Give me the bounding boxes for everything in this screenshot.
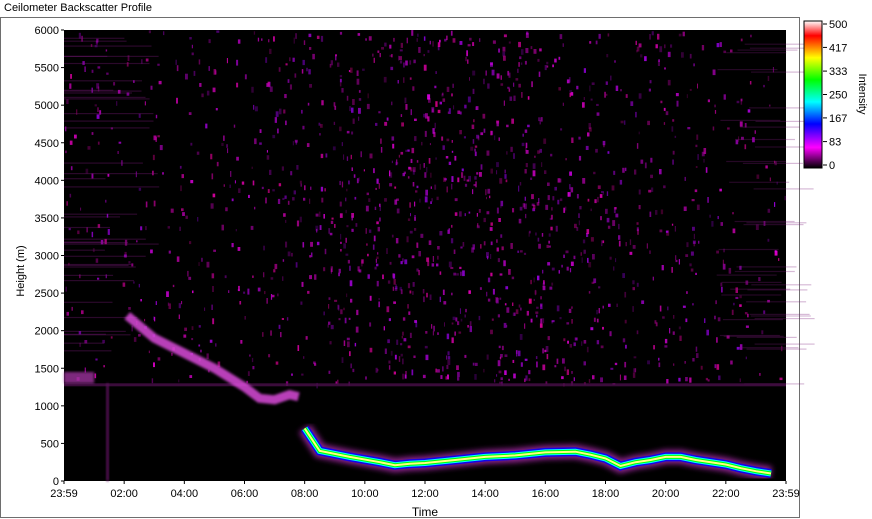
plot-svg: 0500100015002000250030003500400045005000… [15, 19, 868, 519]
y-tick-label: 500 [41, 438, 59, 450]
x-tick-label: 02:00 [110, 488, 138, 500]
x-tick-label: 08:00 [291, 488, 319, 500]
colorbar: 0 83 167 250 333 417 500 Intensity [803, 19, 868, 172]
x-axis: 23:59 02:00 04:00 06:00 08:00 10:00 12:00 14:00… [50, 481, 800, 500]
chart-title: Ceilometer Backscatter Profile [4, 2, 152, 14]
colorbar-tick-label: 500 [829, 19, 847, 31]
colorbar-tick-label: 167 [829, 113, 847, 125]
y-axis: 0 500 1000 1500 2000 2500 3000 3500 4000 4500 5000… [35, 25, 64, 488]
y-tick-label: 4500 [35, 138, 59, 150]
x-tick-label: 06:00 [231, 488, 259, 500]
colorbar-gradient [803, 20, 823, 169]
x-tick-label: 12:00 [411, 488, 439, 500]
x-tick-label: 16:00 [532, 488, 560, 500]
y-tick-label: 0 [53, 476, 59, 488]
y-tick-label: 4000 [35, 175, 59, 187]
y-tick-label: 1500 [35, 363, 59, 375]
colorbar-tick-label: 0 [829, 160, 835, 172]
y-tick-label: 3000 [35, 251, 59, 263]
x-tick-label: 23:59 [50, 488, 78, 500]
y-axis-label: Height (m) [15, 245, 27, 296]
x-tick-label: 23:59 [772, 488, 800, 500]
colorbar-tick-label: 83 [829, 137, 841, 149]
chart-frame: 0 500 1000 1500 2000 2500 3000 3500 4000 4500 5000… [0, 17, 868, 519]
y-tick-label: 5500 [35, 63, 59, 75]
x-axis-label: Time [412, 505, 439, 519]
colorbar-label: Intensity [856, 74, 868, 115]
y-tick-label: 2500 [35, 288, 59, 300]
plot-area [64, 30, 816, 481]
colorbar-tick-label: 333 [829, 66, 847, 78]
y-tick-label: 1000 [35, 401, 59, 413]
y-tick-label: 5000 [35, 100, 59, 112]
residual-layer [64, 383, 786, 387]
colorbar-tick-label: 250 [829, 90, 847, 102]
y-tick-label: 3500 [35, 213, 59, 225]
y-tick-label: 2000 [35, 326, 59, 338]
x-tick-label: 20:00 [652, 488, 680, 500]
colorbar-tick-label: 417 [829, 42, 847, 54]
x-tick-label: 04:00 [171, 488, 199, 500]
x-tick-label: 18:00 [592, 488, 620, 500]
x-tick-label: 22:00 [712, 488, 740, 500]
x-tick-label: 10:00 [351, 488, 379, 500]
x-tick-label: 14:00 [471, 488, 499, 500]
plot-background [64, 30, 786, 481]
y-tick-label: 6000 [35, 25, 59, 37]
